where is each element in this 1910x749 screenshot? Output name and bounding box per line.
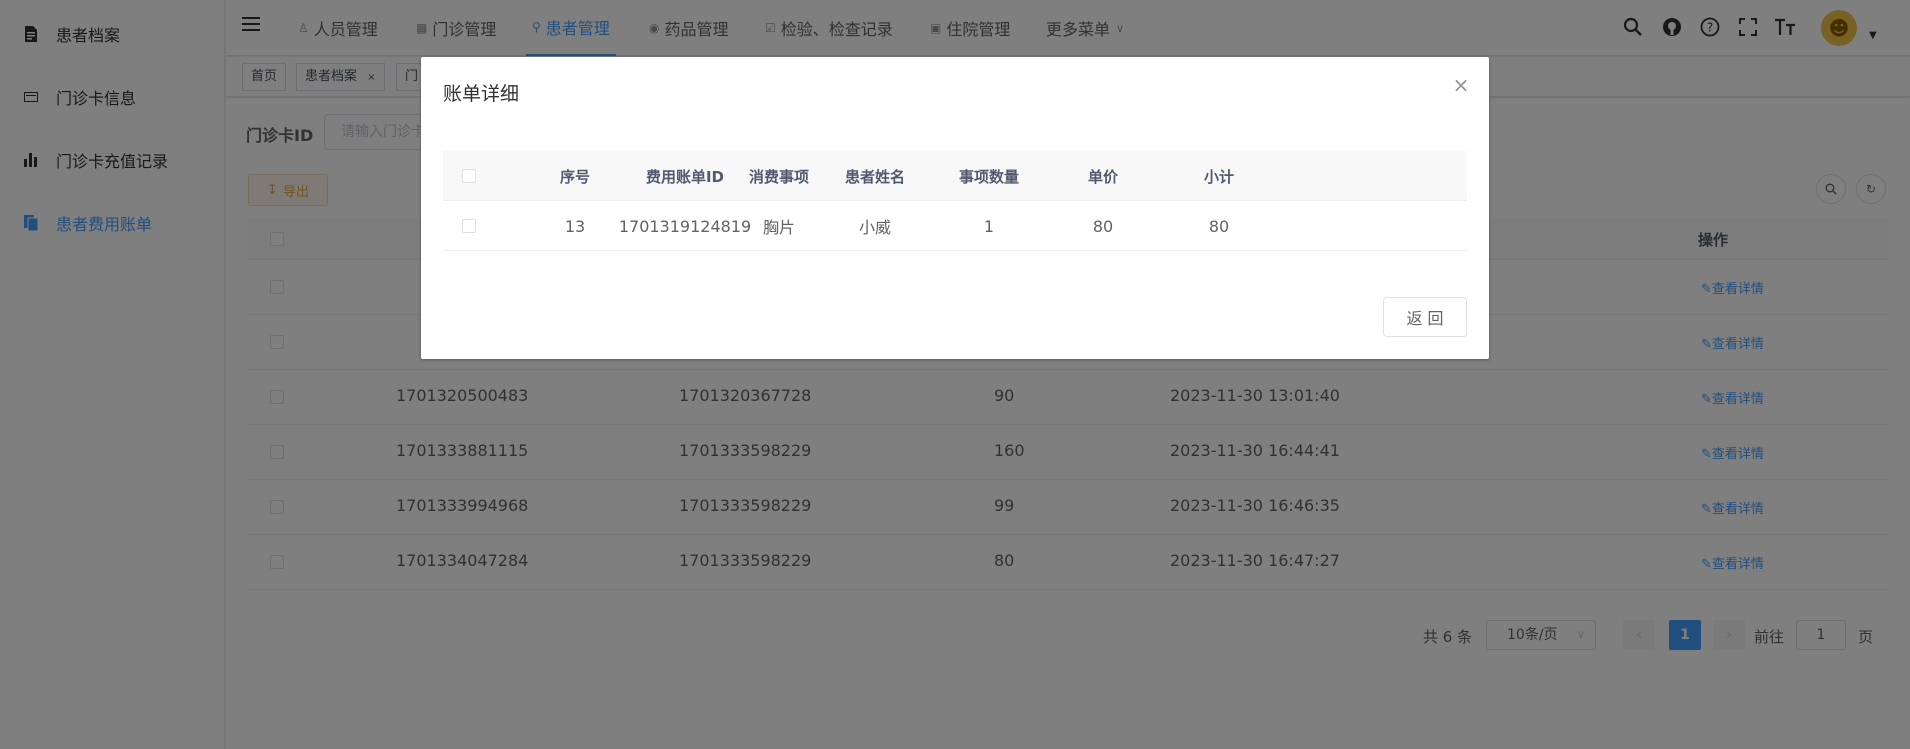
detail-row-checkbox-cell <box>443 201 495 251</box>
detail-table-cell: 小威 <box>858 218 891 237</box>
detail-row-checkbox[interactable] <box>462 219 476 233</box>
detail-column-header: 患者姓名 <box>844 167 905 186</box>
detail-table-cell: 80 <box>1092 216 1114 236</box>
detail-column-header: 小计 <box>1203 167 1234 186</box>
close-icon[interactable]: × <box>1451 73 1471 97</box>
detail-table-header: 序号 费用账单ID 消费事项 患者姓名 事项数量 单价 小计 <box>443 151 1467 201</box>
bill-detail-dialog: 账单详细 × 序号 费用账单ID 消费事项 患者姓名 事项数量 单价 小计 13 170131… <box>421 57 1489 359</box>
detail-table-cell: 80 <box>1208 216 1230 236</box>
back-button[interactable]: 返 回 <box>1383 297 1467 337</box>
detail-column-header: 事项数量 <box>958 167 1019 186</box>
detail-table-body: 13 1701319124819 胸片 小威 1 80 80 <box>443 201 1467 251</box>
dialog-title: 账单详细 <box>443 83 520 105</box>
detail-select-all-checkbox[interactable] <box>462 169 476 183</box>
detail-table-cell: 1 <box>983 216 995 236</box>
detail-table-row: 13 1701319124819 胸片 小威 1 80 80 <box>443 201 1467 251</box>
detail-select-all-cell <box>443 151 495 201</box>
bill-detail-table: 序号 费用账单ID 消费事项 患者姓名 事项数量 单价 小计 13 1701319124819… <box>443 151 1467 251</box>
detail-column-header: 单价 <box>1087 167 1118 186</box>
